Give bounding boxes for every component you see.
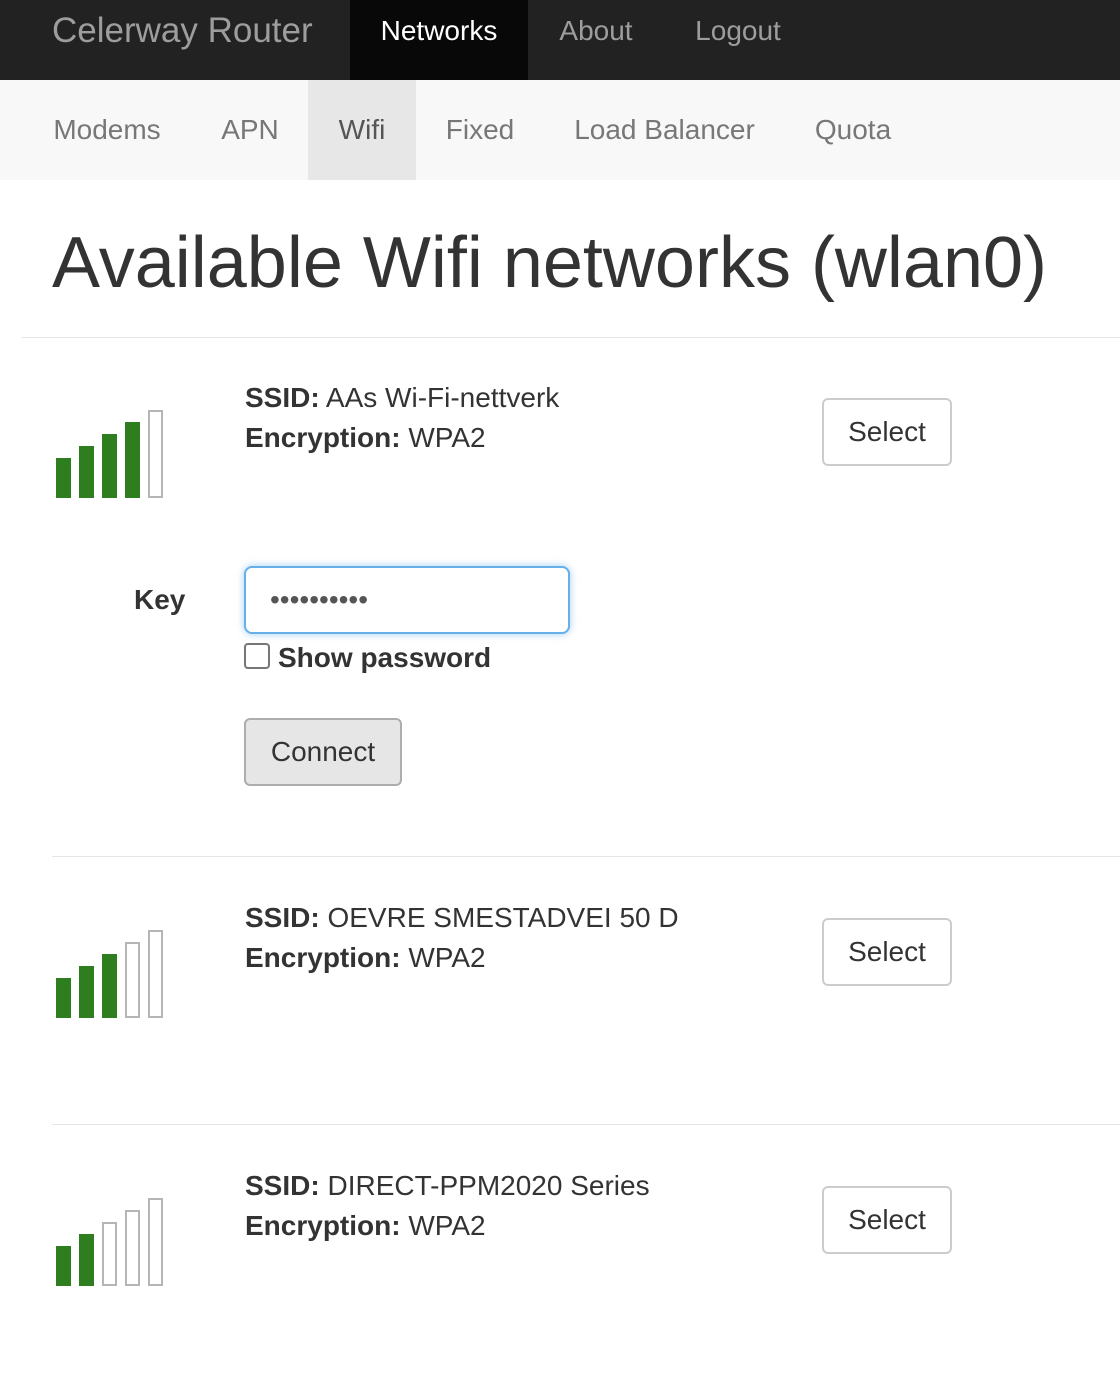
ssid-value: DIRECT-PPM2020 Series — [327, 1170, 650, 1201]
ssid-value: AAs Wi-Fi-nettverk — [325, 382, 560, 413]
signal-bar — [79, 966, 94, 1018]
tab-wifi[interactable]: Wifi — [308, 80, 416, 180]
key-label: Key — [134, 584, 186, 615]
signal-bar — [125, 422, 140, 498]
select-button[interactable]: Select — [822, 398, 952, 466]
network-ssid: SSID: OEVRE SMESTADVEI 50 D — [245, 898, 679, 938]
nav-item-about[interactable]: About — [528, 0, 664, 80]
network-encryption: Encryption: WPA2 — [245, 1206, 486, 1246]
connect-button[interactable]: Connect — [244, 718, 402, 786]
tab-quota[interactable]: Quota — [785, 80, 921, 180]
signal-bar — [125, 942, 140, 1018]
encryption-value: WPA2 — [408, 422, 486, 453]
title-divider — [22, 337, 1120, 338]
row-divider — [52, 1124, 1120, 1125]
encryption-label: Encryption: — [245, 422, 401, 453]
ssid-label: SSID: — [245, 382, 320, 413]
signal-bar — [79, 1234, 94, 1286]
signal-bar — [148, 930, 163, 1018]
show-password-checkbox[interactable] — [244, 643, 270, 669]
ssid-label: SSID: — [245, 1170, 320, 1201]
signal-bar — [102, 434, 117, 498]
nav-item-networks[interactable]: Networks — [350, 0, 528, 80]
select-button[interactable]: Select — [822, 918, 952, 986]
signal-bar — [79, 446, 94, 498]
encryption-value: WPA2 — [408, 1210, 486, 1241]
select-button[interactable]: Select — [822, 1186, 952, 1254]
page-title: Available Wifi networks (wlan0) — [52, 223, 1048, 303]
signal-bar — [56, 458, 71, 498]
ssid-value: OEVRE SMESTADVEI 50 D — [327, 902, 679, 933]
tab-fixed[interactable]: Fixed — [416, 80, 544, 180]
network-ssid: SSID: DIRECT-PPM2020 Series — [245, 1166, 650, 1206]
signal-bar — [125, 1210, 140, 1286]
top-navbar: Celerway Router Networks About Logout — [0, 0, 1120, 80]
signal-bar — [148, 1198, 163, 1286]
signal-bar — [148, 410, 163, 498]
signal-strength-icon — [56, 928, 168, 1018]
encryption-label: Encryption: — [245, 1210, 401, 1241]
network-encryption: Encryption: WPA2 — [245, 418, 486, 458]
signal-bar — [56, 978, 71, 1018]
signal-bar — [102, 1222, 117, 1286]
tab-apn[interactable]: APN — [192, 80, 308, 180]
nav-item-logout[interactable]: Logout — [664, 0, 812, 80]
signal-strength-icon — [56, 1196, 168, 1286]
signal-strength-icon — [56, 408, 168, 498]
network-encryption: Encryption: WPA2 — [245, 938, 486, 978]
tab-modems[interactable]: Modems — [22, 80, 192, 180]
signal-bar — [102, 954, 117, 1018]
sub-navbar: Modems APN Wifi Fixed Load Balancer Quot… — [0, 80, 1120, 180]
brand-link[interactable]: Celerway Router — [52, 0, 313, 80]
encryption-value: WPA2 — [408, 942, 486, 973]
show-password-label: Show password — [278, 642, 492, 673]
ssid-label: SSID: — [245, 902, 320, 933]
key-input[interactable] — [244, 566, 570, 634]
encryption-label: Encryption: — [245, 942, 401, 973]
signal-bar — [56, 1246, 71, 1286]
tab-load-balancer[interactable]: Load Balancer — [544, 80, 785, 180]
row-divider — [52, 856, 1120, 857]
network-ssid: SSID: AAs Wi-Fi-nettverk — [245, 378, 559, 418]
